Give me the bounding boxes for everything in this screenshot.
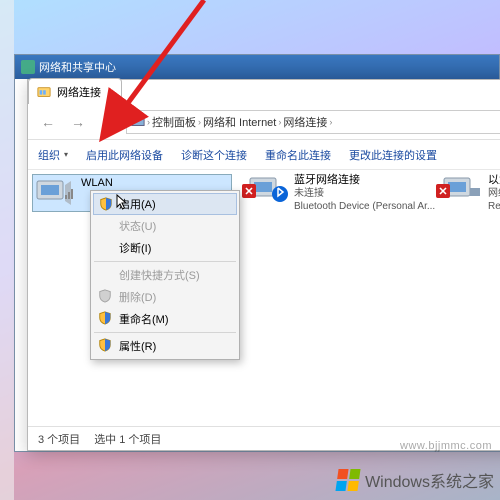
shield-icon <box>99 197 113 211</box>
up-button[interactable]: ↑ <box>96 110 120 134</box>
connection-bluetooth[interactable]: ✕ 蓝牙网络连接 未连接 Bluetooth Device (Personal … <box>248 174 438 213</box>
unplugged-x-icon: ✕ <box>436 184 450 198</box>
change-settings-button[interactable]: 更改此连接的设置 <box>349 147 437 163</box>
network-icon <box>21 60 35 74</box>
connection-status: 未连接 <box>294 188 435 200</box>
ctx-rename[interactable]: 重命名(M) <box>93 308 237 330</box>
connections-pane[interactable]: WLAN ✕ 蓝牙网络连接 未连接 Bluetooth Device (Pers… <box>28 170 500 426</box>
adapter-icon <box>131 115 145 129</box>
breadcrumb-item[interactable]: 控制面板 <box>152 114 196 130</box>
ctx-diagnose[interactable]: 诊断(I) <box>93 237 237 259</box>
cursor-icon <box>116 194 130 212</box>
parent-window-body: 网络连接 ← → ↑ › 控制面板 › 网络和 Internet › 网络连接 … <box>21 79 499 451</box>
explorer-window: 网络连接 ← → ↑ › 控制面板 › 网络和 Internet › 网络连接 … <box>27 79 500 451</box>
watermark: Windows系统之家 <box>337 468 494 492</box>
taskbar <box>0 0 14 500</box>
rename-button[interactable]: 重命名此连接 <box>265 147 331 163</box>
connection-name: 以太网 <box>488 174 500 187</box>
separator <box>94 332 236 333</box>
ctx-delete: 删除(D) <box>93 286 237 308</box>
ctx-shortcut: 创建快捷方式(S) <box>93 264 237 286</box>
item-count: 3 个项目 <box>38 431 80 447</box>
ctx-enable[interactable]: 启用(A) <box>93 193 237 215</box>
parent-window-title: 网络和共享中心 <box>39 59 116 75</box>
selected-count: 选中 1 个项目 <box>94 431 161 447</box>
shield-icon <box>98 338 112 352</box>
ctx-properties[interactable]: 属性(R) <box>93 335 237 357</box>
back-button[interactable]: ← <box>36 110 60 134</box>
address-bar-row: ← → ↑ › 控制面板 › 网络和 Internet › 网络连接 › <box>28 104 500 140</box>
watermark-text: Windows系统之家 <box>365 468 494 492</box>
ethernet-adapter-icon: ✕ <box>442 174 482 206</box>
breadcrumb-item[interactable]: 网络连接 <box>283 114 327 130</box>
connection-ethernet[interactable]: ✕ 以太网 网络电缆被拔出 Realtek PCIe G <box>442 174 500 213</box>
forward-button[interactable]: → <box>66 110 90 134</box>
breadcrumb[interactable]: › 控制面板 › 网络和 Internet › 网络连接 › <box>126 110 500 134</box>
connection-device: Bluetooth Device (Personal Ar... <box>294 201 435 213</box>
disabled-x-icon: ✕ <box>242 184 256 198</box>
diagnose-button[interactable]: 诊断这个连接 <box>181 147 247 163</box>
connection-device: Realtek PCIe G <box>488 201 500 213</box>
connection-status: 网络电缆被拔出 <box>488 188 500 200</box>
watermark-url: www.bjjmmc.com <box>400 440 492 452</box>
breadcrumb-item[interactable]: 网络和 Internet <box>203 114 276 130</box>
tab-label: 网络连接 <box>57 84 101 100</box>
parent-window-titlebar[interactable]: 网络和共享中心 <box>15 55 499 79</box>
command-bar: 组织 启用此网络设备 诊断这个连接 重命名此连接 更改此连接的设置 <box>28 140 500 170</box>
organize-button[interactable]: 组织 <box>38 147 68 163</box>
chevron-right-icon: › <box>198 117 201 127</box>
chevron-right-icon: › <box>278 117 281 127</box>
enable-device-button[interactable]: 启用此网络设备 <box>86 147 163 163</box>
bluetooth-adapter-icon: ✕ <box>248 174 288 206</box>
windows-logo-icon <box>336 469 361 491</box>
separator <box>94 261 236 262</box>
chevron-right-icon: › <box>147 117 150 127</box>
chevron-right-icon: › <box>329 117 332 127</box>
context-menu: 启用(A) 状态(U) 诊断(I) 创建快捷方式(S) 删除(D) 重命名(M) <box>90 190 240 360</box>
window-tab[interactable]: 网络连接 <box>28 78 122 104</box>
shield-icon <box>98 289 112 303</box>
wlan-adapter-icon <box>35 177 75 209</box>
connection-name: 蓝牙网络连接 <box>294 174 435 187</box>
network-sharing-center-window: 网络和共享中心 网络连接 ← → ↑ › 控制面板 › 网络和 Internet <box>14 54 500 452</box>
shield-icon <box>98 311 112 325</box>
ctx-status: 状态(U) <box>93 215 237 237</box>
connection-name: WLAN <box>81 177 113 190</box>
folder-icon <box>37 85 51 99</box>
